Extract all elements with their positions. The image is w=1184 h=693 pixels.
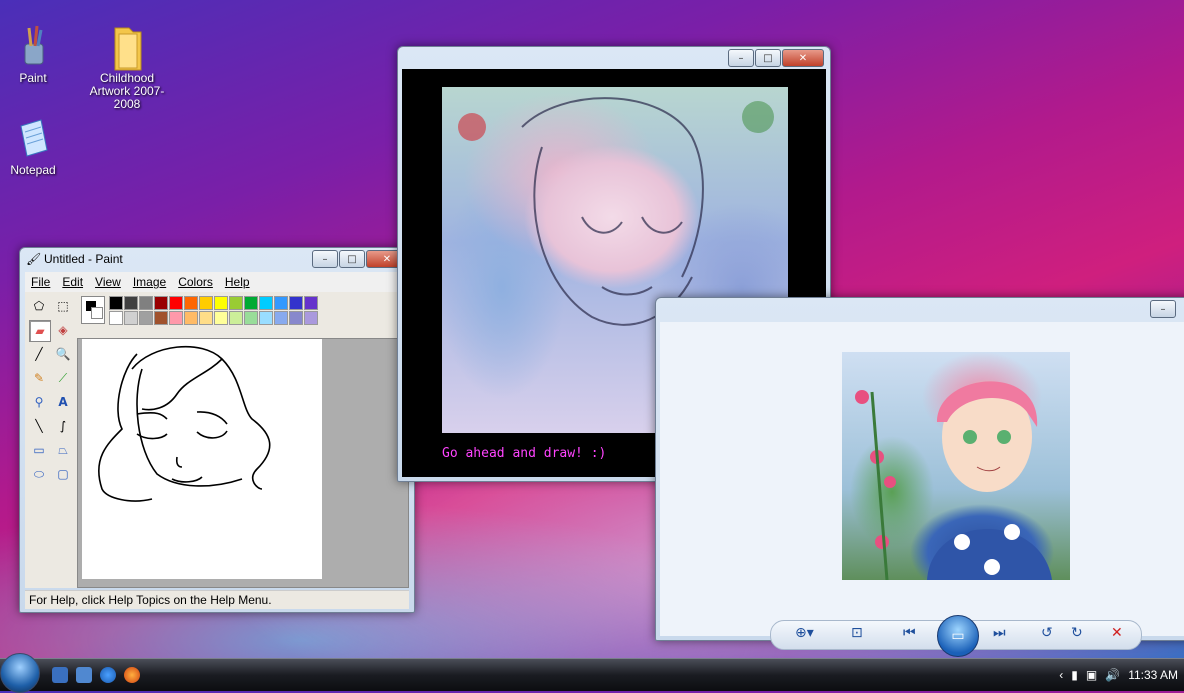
- desktop-icon-label: Notepad: [10, 163, 56, 177]
- rotate-left-icon[interactable]: ↺: [1041, 625, 1053, 641]
- rect-select-icon[interactable]: ⬚: [53, 296, 73, 316]
- show-hidden-icons-icon[interactable]: ‹: [1059, 668, 1063, 682]
- palette-swatch[interactable]: [229, 311, 243, 325]
- taskbar: ‹ ▮ ▣ 🔊 11:33 AM: [0, 653, 1184, 693]
- photo-viewer-window: – ⊕▾ ⊡ ⏮ ▭ ⏭ ↺ ↻ ✕: [655, 297, 1184, 657]
- fit-icon[interactable]: ⊡: [851, 625, 863, 641]
- artwork-photo: [842, 352, 1070, 581]
- system-tray: ‹ ▮ ▣ 🔊 11:33 AM: [1028, 659, 1184, 691]
- minimize-button[interactable]: –: [728, 49, 754, 67]
- color-picker-icon[interactable]: ╱: [29, 344, 49, 364]
- firefox-icon[interactable]: [124, 667, 140, 683]
- rotate-right-icon[interactable]: ↻: [1071, 625, 1083, 641]
- palette-swatch[interactable]: [199, 311, 213, 325]
- folder-icon: [107, 24, 147, 71]
- desktop-icon-label: Paint: [19, 71, 47, 85]
- palette-swatch[interactable]: [139, 311, 153, 325]
- free-select-icon[interactable]: ⬠: [29, 296, 49, 316]
- palette-swatch[interactable]: [274, 296, 288, 310]
- palette-swatch[interactable]: [124, 311, 138, 325]
- ellipse-icon[interactable]: ⬭: [29, 464, 49, 484]
- palette-swatch[interactable]: [184, 311, 198, 325]
- drawing-canvas[interactable]: [82, 339, 322, 579]
- palette-swatch[interactable]: [259, 311, 273, 325]
- palette-swatch[interactable]: [289, 311, 303, 325]
- palette-swatch[interactable]: [214, 311, 228, 325]
- maximize-button[interactable]: □: [339, 250, 365, 268]
- palette-swatch[interactable]: [124, 296, 138, 310]
- clock[interactable]: 11:33 AM: [1128, 668, 1178, 682]
- paint-icon: [13, 24, 53, 68]
- desktop-icon-label: Childhood Artwork 2007-2008: [89, 71, 165, 111]
- palette-swatch[interactable]: [169, 296, 183, 310]
- palette-swatch[interactable]: [184, 296, 198, 310]
- minimize-button[interactable]: –: [1150, 300, 1176, 318]
- menu-help[interactable]: Help: [225, 275, 250, 289]
- eraser-icon[interactable]: ▰: [29, 320, 51, 342]
- curve-icon[interactable]: ∫: [53, 416, 73, 436]
- menu-edit[interactable]: Edit: [62, 275, 83, 289]
- palette-swatch[interactable]: [304, 296, 318, 310]
- battery-icon[interactable]: ▮: [1071, 668, 1078, 682]
- palette-swatch[interactable]: [199, 296, 213, 310]
- viewer-content: ⊕▾ ⊡ ⏮ ▭ ⏭ ↺ ↻ ✕: [660, 322, 1184, 657]
- menu-bar: File Edit View Image Colors Help: [25, 272, 409, 293]
- palette-swatch[interactable]: [304, 311, 318, 325]
- status-bar: For Help, click Help Topics on the Help …: [25, 590, 409, 609]
- minimize-button[interactable]: –: [312, 250, 338, 268]
- desktop-icon-paint[interactable]: Paint: [0, 24, 73, 85]
- network-icon[interactable]: ▣: [1086, 668, 1097, 682]
- volume-icon[interactable]: 🔊: [1105, 668, 1120, 682]
- polygon-icon[interactable]: ⏢: [53, 440, 73, 460]
- pencil-icon[interactable]: ✎: [29, 368, 49, 388]
- delete-icon[interactable]: ✕: [1111, 625, 1123, 641]
- fill-icon[interactable]: ◈: [53, 320, 73, 340]
- palette-swatch[interactable]: [109, 311, 123, 325]
- palette-swatch[interactable]: [274, 311, 288, 325]
- palette-swatch[interactable]: [154, 311, 168, 325]
- menu-view[interactable]: View: [95, 275, 121, 289]
- palette-swatch[interactable]: [214, 296, 228, 310]
- brush-icon[interactable]: ⟋: [53, 368, 73, 388]
- palette-swatch[interactable]: [244, 311, 258, 325]
- palette-swatch[interactable]: [109, 296, 123, 310]
- next-icon[interactable]: ⏭: [993, 625, 1006, 641]
- start-button[interactable]: [0, 653, 40, 693]
- app-caption: Go ahead and draw! :): [442, 446, 607, 461]
- line-icon[interactable]: ╲: [29, 416, 49, 436]
- palette-swatch[interactable]: [244, 296, 258, 310]
- paint-body: ⬠ ⬚ ▰ ◈ ╱ 🔍 ✎ ⟋ ⚲ A ╲ ∫ ▭ ⏢ ⬭ ▢: [25, 292, 409, 588]
- airbrush-icon[interactable]: ⚲: [29, 392, 49, 412]
- zoom-icon[interactable]: ⊕▾: [795, 625, 814, 641]
- canvas-area: [77, 338, 409, 588]
- desktop-icon-notepad[interactable]: Notepad: [0, 116, 73, 177]
- switch-windows-icon[interactable]: [76, 667, 92, 683]
- show-desktop-icon[interactable]: [52, 667, 68, 683]
- palette-swatch[interactable]: [229, 296, 243, 310]
- rectangle-icon[interactable]: ▭: [29, 440, 49, 460]
- magnifier-icon[interactable]: 🔍: [53, 344, 73, 364]
- rounded-rect-icon[interactable]: ▢: [53, 464, 73, 484]
- palette-swatch[interactable]: [154, 296, 168, 310]
- paint-window: 🖌 Untitled - Paint – □ ✕ File Edit View …: [19, 247, 415, 613]
- internet-explorer-icon[interactable]: [100, 667, 116, 683]
- maximize-button[interactable]: □: [755, 49, 781, 67]
- window-title: Untitled - Paint: [44, 252, 123, 266]
- palette-swatch[interactable]: [289, 296, 303, 310]
- palette-swatch[interactable]: [259, 296, 273, 310]
- menu-colors[interactable]: Colors: [178, 275, 213, 289]
- current-colors[interactable]: [81, 296, 105, 324]
- paint-app-icon: 🖌: [26, 252, 42, 266]
- text-icon[interactable]: A: [53, 392, 73, 412]
- menu-image[interactable]: Image: [133, 275, 166, 289]
- menu-file[interactable]: File: [31, 275, 50, 289]
- close-button[interactable]: ✕: [782, 49, 824, 67]
- previous-icon[interactable]: ⏮: [903, 625, 916, 641]
- desktop-icon-childhood-artwork[interactable]: Childhood Artwork 2007-2008: [87, 24, 167, 111]
- palette-swatch[interactable]: [169, 311, 183, 325]
- viewer-controls: ⊕▾ ⊡ ⏮ ▭ ⏭ ↺ ↻ ✕: [770, 615, 1142, 657]
- slideshow-icon[interactable]: ▭: [937, 615, 979, 657]
- notepad-icon: [13, 116, 53, 160]
- palette-swatch[interactable]: [139, 296, 153, 310]
